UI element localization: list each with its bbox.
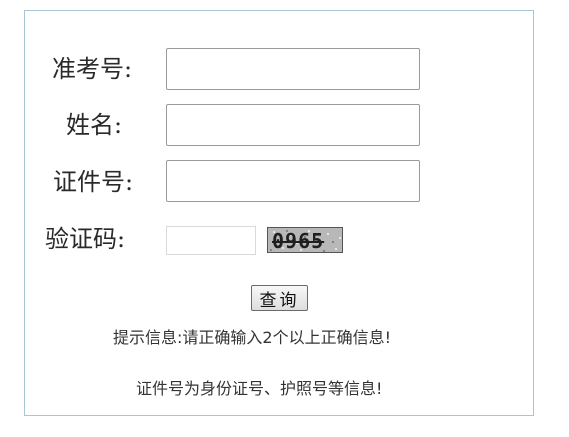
search-button[interactable]: 查询 [251, 285, 308, 311]
id-number-input[interactable] [166, 160, 420, 202]
name-label: 姓名: [66, 111, 123, 139]
id-number-hint: 证件号为身份证号、护照号等信息! [136, 379, 383, 398]
exam-number-label: 准考号: [52, 55, 133, 83]
hint-message: 提示信息:请正确输入2个以上正确信息! [113, 328, 391, 347]
captcha-code-text: 0965 [272, 229, 325, 253]
captcha-input[interactable] [166, 226, 256, 255]
name-input[interactable] [166, 104, 420, 146]
id-number-label: 证件号: [53, 168, 134, 196]
captcha-image[interactable]: 0965 [267, 227, 343, 253]
exam-number-input[interactable] [166, 48, 420, 90]
captcha-label: 验证码: [45, 225, 126, 253]
